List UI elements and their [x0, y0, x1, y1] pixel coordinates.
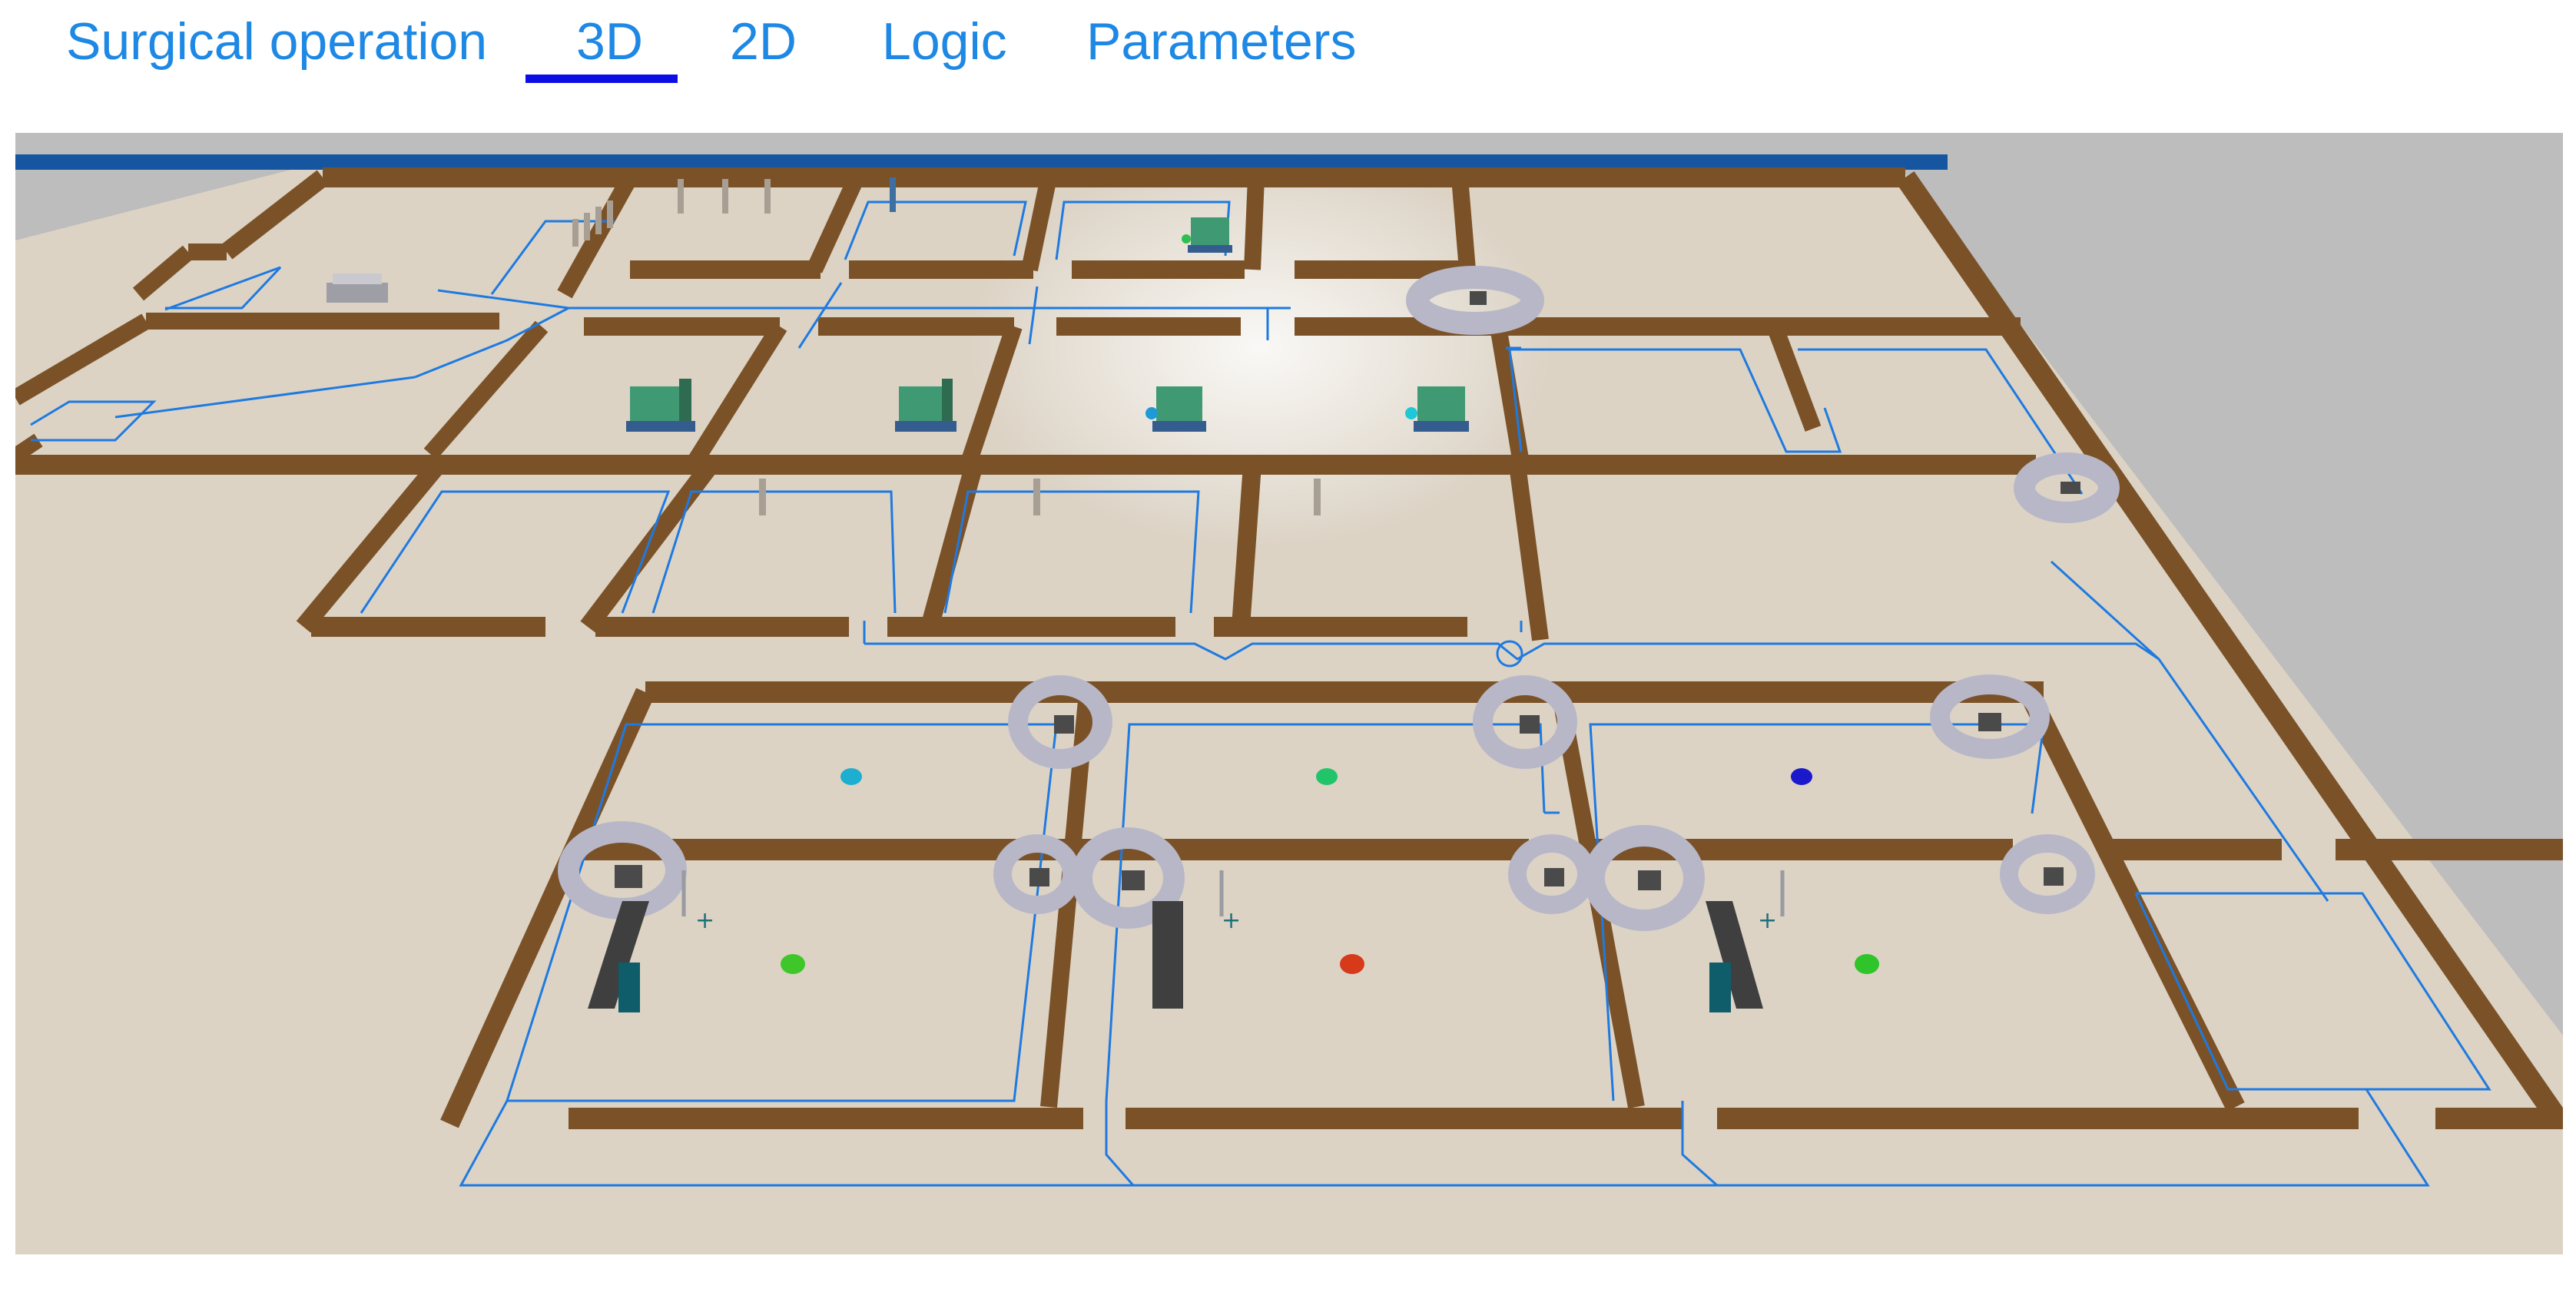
tab-logic[interactable]: Logic — [882, 11, 1007, 72]
3d-viewport[interactable]: + + + — [15, 133, 2563, 1254]
tab-parameters[interactable]: Parameters — [1086, 11, 1356, 72]
tab-surgical-operation[interactable]: Surgical operation — [66, 11, 487, 72]
stretcher — [327, 273, 388, 303]
tab-bar: Surgical operation 3D 2D Logic Parameter… — [0, 0, 2576, 123]
tab-3d[interactable]: 3D — [576, 11, 643, 72]
bed — [626, 379, 695, 432]
active-tab-underline — [525, 75, 678, 83]
svg-text:+: + — [695, 907, 714, 934]
bed — [895, 379, 956, 432]
tab-2d[interactable]: 2D — [730, 11, 797, 72]
svg-text:+: + — [1758, 907, 1777, 934]
svg-text:+: + — [1222, 907, 1241, 934]
